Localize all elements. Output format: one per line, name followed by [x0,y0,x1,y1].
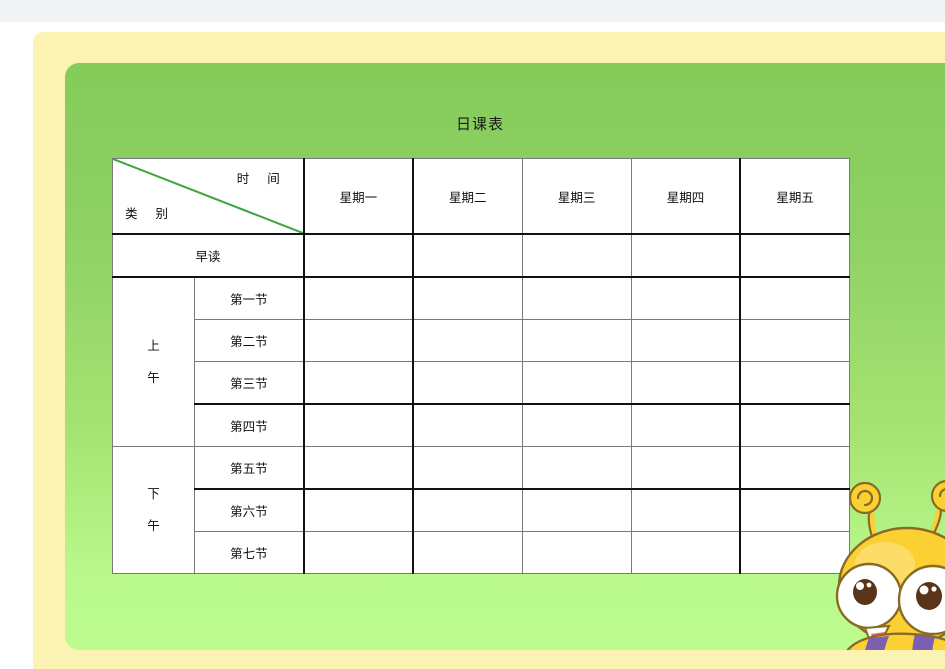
row-label-period-1: 第一节 [194,276,305,320]
cell-period-1-tue[interactable] [412,276,523,320]
cell-period-3-wed[interactable] [521,361,632,405]
cell-morning-read-mon[interactable] [303,233,414,278]
table-row-period-3: 第三节 [113,361,851,405]
table-row-period-5: 下 午 第五节 [111,446,851,574]
day-header-1: 星期一 [303,158,414,235]
section-label-afternoon-char2: 午 [147,518,160,533]
cell-period-3-mon[interactable] [303,361,414,405]
cell-period-7-mon[interactable] [303,531,414,574]
row-label-period-6: 第六节 [194,488,305,532]
cell-period-1-mon[interactable] [303,276,414,320]
cell-morning-read-thu[interactable] [630,233,742,278]
section-label-afternoon-char1: 下 [147,485,160,501]
row-label-morning-read: 早读 [111,233,305,278]
cell-period-6-thu[interactable] [630,488,742,532]
table-row-period-2: 第二节 [113,319,851,362]
cell-period-5-thu[interactable] [630,446,742,490]
row-label-period-4: 第四节 [194,403,305,447]
cell-period-2-wed[interactable] [521,319,632,362]
cell-period-5-wed[interactable] [521,446,632,490]
cell-morning-read-fri[interactable] [739,233,851,278]
cell-period-3-tue[interactable] [412,361,523,405]
cell-period-4-tue[interactable] [412,403,523,447]
cell-period-2-tue[interactable] [412,319,523,362]
table-header-row: 时 间 类 别 星期一 星期二 星期三 星期四 星期五 [111,158,851,235]
corner-category-label: 类 别 [125,206,175,221]
cell-period-6-mon[interactable] [303,488,414,532]
cell-period-3-thu[interactable] [630,361,742,405]
bee-mascot-icon [835,480,945,650]
cell-period-6-wed[interactable] [521,488,632,532]
cell-period-5-mon[interactable] [303,446,414,490]
section-label-afternoon: 下 午 [111,446,196,574]
section-label-morning: 上 午 [111,276,196,447]
cell-period-6-tue[interactable] [412,488,523,532]
day-header-4: 星期四 [630,158,742,235]
cell-morning-read-wed[interactable] [521,233,632,278]
table-row-period-6: 第六节 [113,488,851,532]
row-label-period-2: 第二节 [194,319,305,362]
table-row-period-4: 第四节 [113,403,851,447]
row-label-period-5: 第五节 [194,446,305,490]
cell-period-7-thu[interactable] [630,531,742,574]
row-label-period-7: 第七节 [194,531,305,574]
day-header-3: 星期三 [521,158,632,235]
day-header-2: 星期二 [412,158,523,235]
page-title: 日课表 [455,115,504,133]
cell-period-7-wed[interactable] [521,531,632,574]
cell-period-1-wed[interactable] [521,276,632,320]
green-content-panel: 日课表 时 间 类 别 星期一 星期二 星期三 星期四 星期五 早读 上 午 第… [65,63,945,650]
table-row-period-7: 第七节 [113,531,851,574]
cell-period-1-thu[interactable] [630,276,742,320]
cell-morning-read-tue[interactable] [412,233,523,278]
cell-period-2-mon[interactable] [303,319,414,362]
corner-time-label: 时 间 [236,171,287,186]
corner-header-cell: 时 间 类 别 [111,158,305,235]
cell-period-3-fri[interactable] [739,361,851,405]
cell-period-2-fri[interactable] [739,319,851,362]
cell-period-4-wed[interactable] [521,403,632,447]
cell-period-5-tue[interactable] [412,446,523,490]
day-header-5: 星期五 [739,158,851,235]
cell-period-4-mon[interactable] [303,403,414,447]
section-label-morning-char2: 午 [147,370,160,385]
cell-period-7-tue[interactable] [412,531,523,574]
cell-period-4-thu[interactable] [630,403,742,447]
row-label-period-3: 第三节 [194,361,305,405]
table-row-period-1: 上 午 第一节 [111,276,851,447]
timetable: 时 间 类 别 星期一 星期二 星期三 星期四 星期五 早读 上 午 第一节 第… [111,158,851,574]
cell-period-4-fri[interactable] [739,403,851,447]
section-label-morning-char1: 上 [147,337,160,353]
cell-period-1-fri[interactable] [739,276,851,320]
cell-period-2-thu[interactable] [630,319,742,362]
table-row-morning-read: 早读 [111,233,851,278]
